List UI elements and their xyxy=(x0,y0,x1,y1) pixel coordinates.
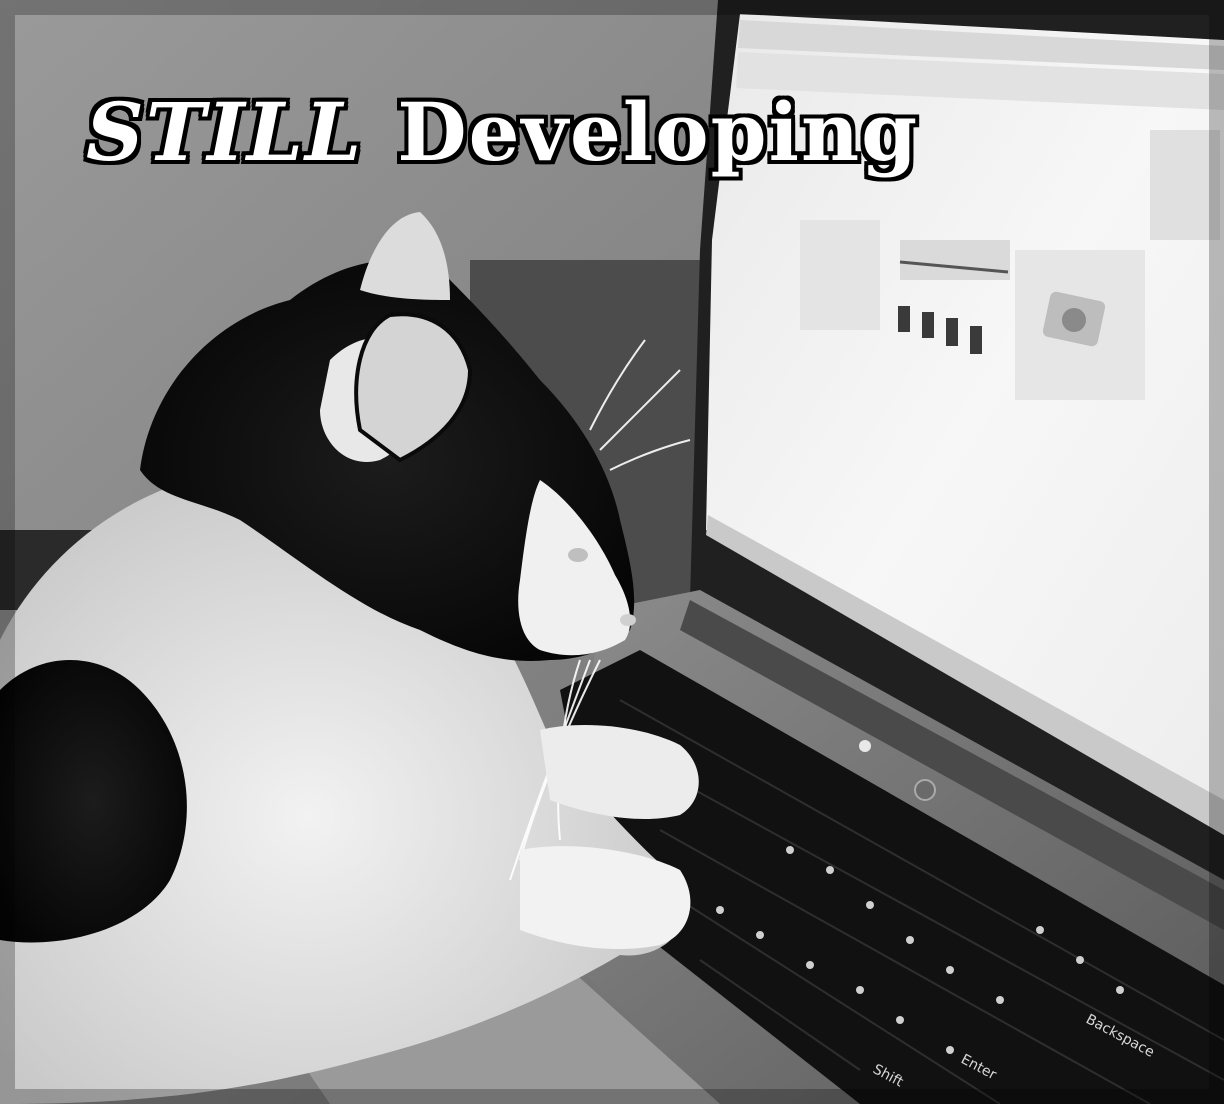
meme-caption: STILL Developing xyxy=(86,92,1146,172)
thumbnail-1 xyxy=(898,306,910,332)
camera-lens-icon xyxy=(1062,308,1086,332)
power-led xyxy=(859,740,871,752)
caption-word-developing: Developing xyxy=(397,85,920,179)
page-sidebar xyxy=(800,220,880,330)
caption-word-still: STILL xyxy=(86,85,364,179)
thumbnail-2 xyxy=(922,312,934,338)
thumbnail-4 xyxy=(970,326,982,354)
page-header-block xyxy=(900,240,1010,280)
cat-nose xyxy=(620,614,636,626)
meme-image: Backspace Enter Shift STILL Developing xyxy=(0,0,1224,1104)
thumbnail-3 xyxy=(946,318,958,346)
power-button xyxy=(914,779,936,801)
cat-eye xyxy=(568,548,588,562)
